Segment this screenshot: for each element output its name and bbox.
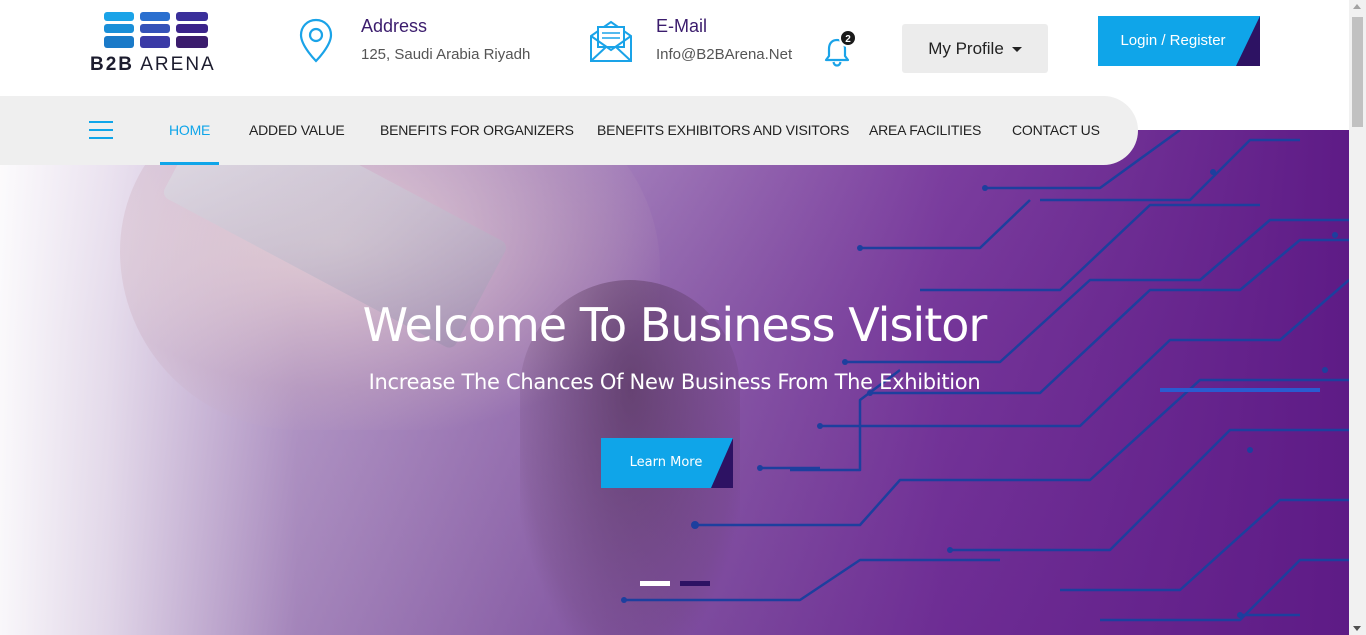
email-value[interactable]: Info@B2BArena.Net: [656, 46, 792, 63]
b2b-arena-logo[interactable]: B2B ARENA: [90, 12, 220, 75]
scroll-down-icon[interactable]: [1353, 626, 1361, 631]
notifications-button[interactable]: 2: [822, 29, 862, 67]
nav-item-contact-us[interactable]: CONTACT US: [1012, 96, 1100, 165]
email-title: E-Mail: [656, 16, 708, 36]
caret-down-icon: [1011, 47, 1022, 52]
login-register-button[interactable]: Login / Register: [1098, 16, 1260, 66]
logo-text: B2B ARENA: [90, 54, 216, 75]
address-value: 125, Saudi Arabia Riyadh: [361, 46, 531, 63]
email-info: E-Mail Info@B2BArena.Net: [588, 14, 808, 70]
hero-slider: Welcome To Business Visitor Increase The…: [0, 130, 1349, 635]
button-corner-accent: [1236, 16, 1260, 66]
address-info: Address 125, Saudi Arabia Riyadh: [298, 14, 558, 70]
page-scrollbar[interactable]: [1349, 0, 1366, 635]
scrollbar-thumb[interactable]: [1352, 17, 1363, 127]
nav-item-home[interactable]: HOME: [159, 96, 220, 165]
logo-mark-icon: [104, 12, 208, 48]
login-register-label: Login / Register: [1120, 32, 1226, 49]
hero-title: Welcome To Business Visitor: [362, 298, 988, 352]
scroll-up-icon[interactable]: [1353, 4, 1361, 9]
button-corner-accent: [711, 438, 733, 488]
hero-subtitle: Increase The Chances Of New Business Fro…: [368, 370, 981, 394]
slide-indicator-1[interactable]: [640, 581, 670, 586]
top-header: B2B ARENA Address 125, Saudi Arabia Riya…: [0, 0, 1349, 96]
slide-indicator-2[interactable]: [680, 581, 710, 586]
slider-indicators: [640, 581, 710, 586]
main-navigation: HOME ADDED VALUE BENEFITS FOR ORGANIZERS…: [0, 96, 1138, 165]
envelope-icon: [590, 20, 632, 62]
nav-item-area-facilities[interactable]: AREA FACILITIES: [869, 96, 981, 165]
address-title: Address: [361, 16, 428, 36]
my-profile-dropdown[interactable]: My Profile: [902, 24, 1048, 73]
map-pin-icon: [299, 18, 333, 63]
nav-item-benefits-organizers[interactable]: BENEFITS FOR ORGANIZERS: [380, 96, 574, 165]
notification-count-badge: 2: [839, 29, 857, 47]
my-profile-label: My Profile: [928, 38, 1004, 58]
nav-item-added-value[interactable]: ADDED VALUE: [249, 96, 345, 165]
nav-item-benefits-exhibitors-visitors[interactable]: BENEFITS EXHIBITORS AND VISITORS: [597, 96, 849, 165]
hamburger-menu-icon[interactable]: [89, 121, 113, 139]
learn-more-button[interactable]: Learn More: [601, 438, 733, 488]
